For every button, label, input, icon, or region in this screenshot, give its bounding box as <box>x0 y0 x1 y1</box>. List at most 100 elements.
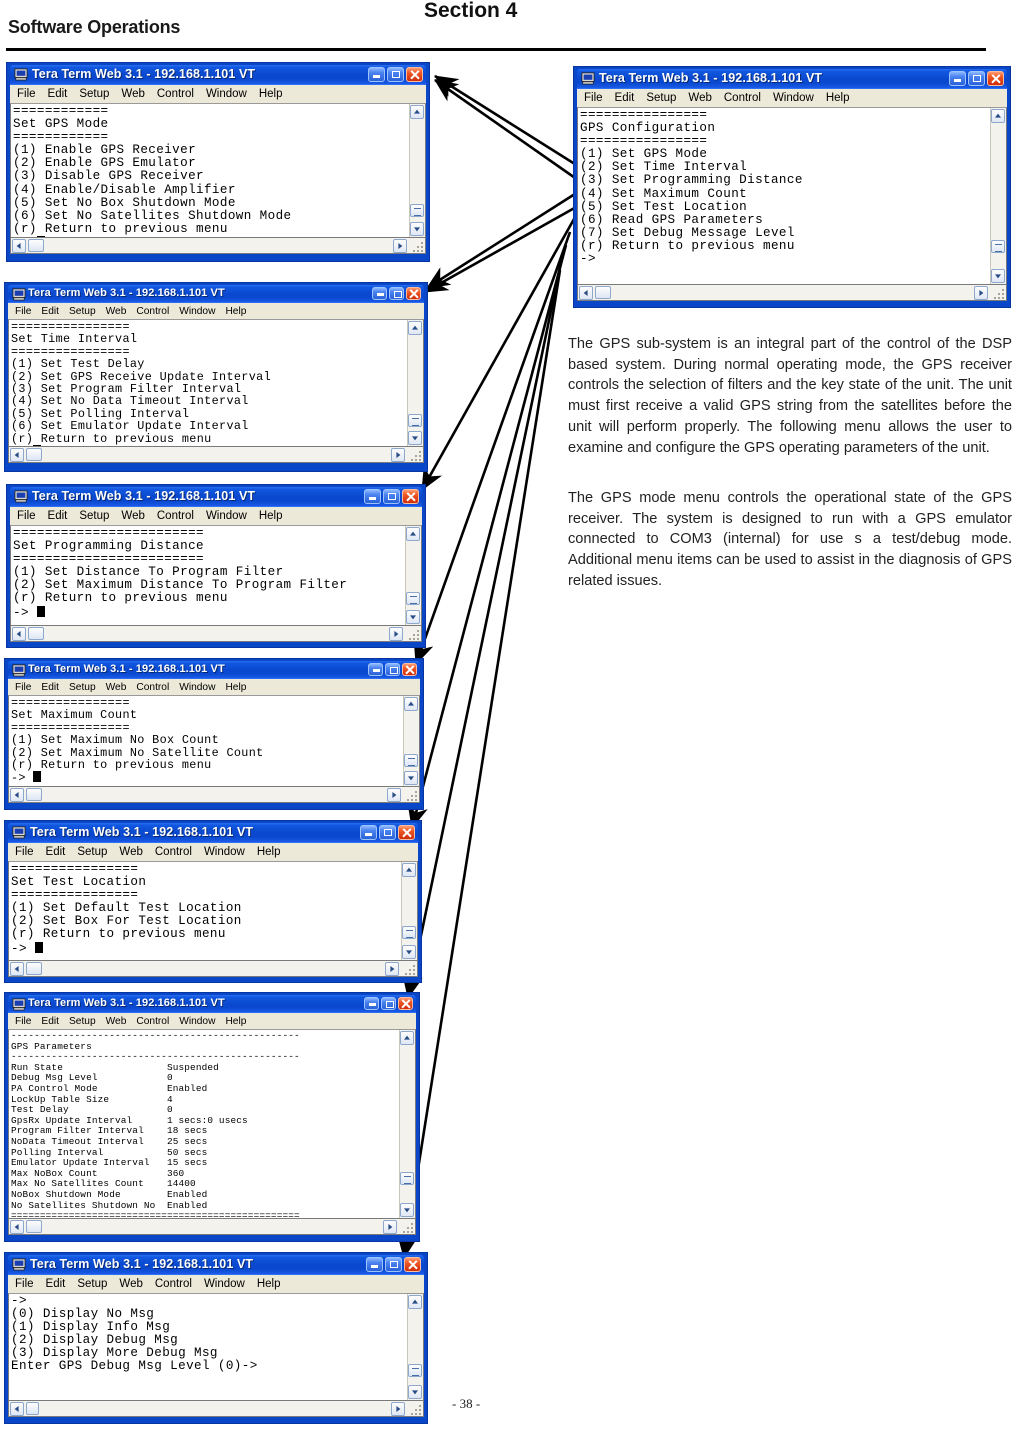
scroll-thumb-vertical[interactable] <box>408 414 422 427</box>
menu-window[interactable]: Window <box>179 682 215 693</box>
maximize-icon[interactable] <box>389 287 404 300</box>
horizontal-scrollbar[interactable] <box>8 787 420 803</box>
scroll-up-arrow-icon[interactable] <box>400 1031 414 1045</box>
menu-control[interactable]: Control <box>155 1278 192 1290</box>
scroll-left-arrow-icon[interactable] <box>10 1220 24 1234</box>
minimize-icon[interactable] <box>368 67 385 82</box>
menu-file[interactable]: File <box>15 1278 34 1290</box>
vertical-scrollbar[interactable] <box>990 108 1006 284</box>
maximize-icon[interactable] <box>385 663 400 676</box>
menubar[interactable]: File Edit Setup Web Control Window Help <box>8 843 418 861</box>
close-icon[interactable] <box>406 67 423 82</box>
maximize-icon[interactable] <box>387 67 404 82</box>
menu-window[interactable]: Window <box>773 92 814 104</box>
menu-web[interactable]: Web <box>121 510 144 522</box>
menu-setup[interactable]: Setup <box>79 88 109 100</box>
horizontal-scrollbar[interactable] <box>10 626 422 642</box>
menu-control[interactable]: Control <box>136 306 169 317</box>
menu-file[interactable]: File <box>15 846 34 858</box>
menu-file[interactable]: File <box>17 510 36 522</box>
scroll-up-arrow-icon[interactable] <box>404 697 418 711</box>
horizontal-scrollbar[interactable] <box>8 447 424 463</box>
menu-window[interactable]: Window <box>206 510 247 522</box>
window-set-maximum-count[interactable]: Tera Term Web 3.1 - 192.168.1.101 VT Fil… <box>4 658 424 810</box>
menu-setup[interactable]: Setup <box>646 92 676 104</box>
menu-file[interactable]: File <box>15 682 31 693</box>
menu-web[interactable]: Web <box>119 846 142 858</box>
menu-control[interactable]: Control <box>136 1016 169 1027</box>
menu-edit[interactable]: Edit <box>41 682 59 693</box>
horizontal-scrollbar[interactable] <box>10 238 426 254</box>
scroll-down-arrow-icon[interactable] <box>410 222 424 236</box>
menu-web[interactable]: Web <box>121 88 144 100</box>
menubar[interactable]: File Edit Setup Web Control Window Help <box>577 89 1007 107</box>
scroll-thumb-horizontal[interactable] <box>595 286 611 299</box>
menu-web[interactable]: Web <box>119 1278 142 1290</box>
resize-grip-icon[interactable] <box>411 240 423 252</box>
scroll-down-arrow-icon[interactable] <box>408 431 422 445</box>
scroll-up-arrow-icon[interactable] <box>402 863 416 877</box>
minimize-icon[interactable] <box>372 287 387 300</box>
menu-control[interactable]: Control <box>136 682 169 693</box>
menu-window[interactable]: Window <box>204 1278 245 1290</box>
horizontal-scrollbar[interactable] <box>577 285 1007 301</box>
menu-file[interactable]: File <box>15 306 31 317</box>
terminal-client[interactable]: ============ Set GPS Mode ============ (… <box>10 103 426 238</box>
minimize-icon[interactable] <box>364 997 379 1010</box>
terminal-client[interactable]: ================ Set Time Interval =====… <box>8 319 424 447</box>
scroll-left-arrow-icon[interactable] <box>12 239 26 253</box>
scroll-down-arrow-icon[interactable] <box>404 771 418 785</box>
menu-setup[interactable]: Setup <box>69 1016 96 1027</box>
scroll-thumb-vertical[interactable] <box>402 926 416 939</box>
scroll-thumb-vertical[interactable] <box>410 204 424 217</box>
scroll-down-arrow-icon[interactable] <box>408 1385 422 1399</box>
resize-grip-icon[interactable] <box>401 1221 413 1233</box>
menu-edit[interactable]: Edit <box>615 92 635 104</box>
resize-grip-icon[interactable] <box>403 963 415 975</box>
scroll-left-arrow-icon[interactable] <box>10 962 24 976</box>
terminal-client[interactable]: ================ Set Maximum Count =====… <box>8 695 420 787</box>
titlebar[interactable]: Tera Term Web 3.1 - 192.168.1.101 VT <box>8 823 418 843</box>
close-icon[interactable] <box>402 663 417 676</box>
menu-setup[interactable]: Setup <box>77 846 107 858</box>
scroll-up-arrow-icon[interactable] <box>408 1295 422 1309</box>
scroll-thumb-horizontal[interactable] <box>26 1220 42 1233</box>
menu-control[interactable]: Control <box>157 510 194 522</box>
scroll-down-arrow-icon[interactable] <box>991 269 1005 283</box>
menu-window[interactable]: Window <box>179 1016 215 1027</box>
scroll-thumb-horizontal[interactable] <box>26 962 42 975</box>
menu-window[interactable]: Window <box>206 88 247 100</box>
menu-file[interactable]: File <box>17 88 36 100</box>
scroll-thumb-horizontal[interactable] <box>28 627 44 640</box>
titlebar[interactable]: Tera Term Web 3.1 - 192.168.1.101 VT <box>8 285 424 303</box>
menubar[interactable]: File Edit Setup Web Control Window Help <box>8 1013 416 1029</box>
window-set-time-interval[interactable]: Tera Term Web 3.1 - 192.168.1.101 VT Fil… <box>4 282 428 472</box>
resize-grip-icon[interactable] <box>409 1403 421 1415</box>
menu-edit[interactable]: Edit <box>48 510 68 522</box>
menu-help[interactable]: Help <box>257 846 281 858</box>
menu-help[interactable]: Help <box>257 1278 281 1290</box>
window-set-test-location[interactable]: Tera Term Web 3.1 - 192.168.1.101 VT Fil… <box>4 820 422 983</box>
scroll-thumb-horizontal[interactable] <box>26 448 42 461</box>
menu-help[interactable]: Help <box>259 510 283 522</box>
horizontal-scrollbar[interactable] <box>8 961 418 977</box>
minimize-icon[interactable] <box>368 663 383 676</box>
scroll-left-arrow-icon[interactable] <box>10 788 24 802</box>
window-gps-parameters[interactable]: Tera Term Web 3.1 - 192.168.1.101 VT Fil… <box>4 992 420 1242</box>
terminal-client[interactable]: ======================== Set Programming… <box>10 525 422 626</box>
maximize-icon[interactable] <box>385 1257 402 1272</box>
scroll-right-arrow-icon[interactable] <box>393 239 407 253</box>
vertical-scrollbar[interactable] <box>409 104 425 237</box>
menu-setup[interactable]: Setup <box>69 306 96 317</box>
minimize-icon[interactable] <box>366 1257 383 1272</box>
scroll-left-arrow-icon[interactable] <box>12 627 26 641</box>
scroll-up-arrow-icon[interactable] <box>410 105 424 119</box>
vertical-scrollbar[interactable] <box>407 1294 423 1400</box>
scroll-thumb-vertical[interactable] <box>404 754 418 767</box>
menu-edit[interactable]: Edit <box>46 846 66 858</box>
menu-window[interactable]: Window <box>204 846 245 858</box>
scroll-up-arrow-icon[interactable] <box>408 321 422 335</box>
menubar[interactable]: File Edit Setup Web Control Window Help <box>8 679 420 695</box>
vertical-scrollbar[interactable] <box>403 696 419 786</box>
window-set-debug-message-level[interactable]: Tera Term Web 3.1 - 192.168.1.101 VT Fil… <box>4 1252 428 1424</box>
